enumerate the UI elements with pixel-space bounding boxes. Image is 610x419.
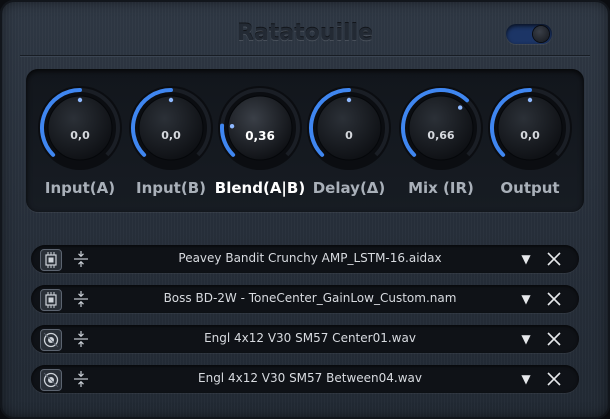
normalize-icon[interactable] (71, 369, 91, 389)
knob-output[interactable]: 0,0 Output (485, 69, 575, 212)
knob-cap (47, 95, 113, 161)
close-icon[interactable] (546, 371, 562, 387)
knob-cap (497, 95, 563, 161)
knob-pointer (457, 105, 463, 110)
knob-cap (227, 95, 293, 161)
knob-mix[interactable]: 0,66 Mix (IR) (396, 69, 486, 212)
close-icon[interactable] (546, 291, 562, 307)
knob-pointer (527, 97, 533, 103)
normalize-icon[interactable] (71, 329, 91, 349)
knob-delay[interactable]: 0 Delay(Δ) (304, 69, 394, 212)
loaded-file-name[interactable]: Peavey Bandit Crunchy AMP_LSTM-16.aidax (101, 251, 519, 265)
knob-panel: 0,0 Input(A) 0,0 Input(B) 0,36 Blend(A|B… (26, 69, 584, 212)
knob-input-a-dial[interactable] (35, 83, 125, 173)
knob-delay-dial[interactable] (304, 83, 394, 173)
power-toggle[interactable] (506, 24, 552, 44)
loaded-file-name[interactable]: Engl 4x12 V30 SM57 Between04.wav (101, 371, 519, 385)
loader-row-amp-a: Peavey Bandit Crunchy AMP_LSTM-16.aidax … (31, 245, 579, 273)
file-dropdown-icon[interactable]: ▼ (519, 372, 533, 386)
title-divider (20, 55, 590, 57)
knob-input-b[interactable]: 0,0 Input(B) (126, 69, 216, 212)
knob-blend[interactable]: 0,36 Blend(A|B) (215, 69, 305, 212)
loader-row-ir-a: Engl 4x12 V30 SM57 Center01.wav ▼ (31, 325, 579, 353)
neural-model-icon[interactable] (40, 249, 62, 271)
knob-pointer (168, 97, 174, 103)
loaded-file-name[interactable]: Engl 4x12 V30 SM57 Center01.wav (101, 331, 519, 345)
knob-mix-value: 0,66 (427, 129, 455, 142)
close-icon[interactable] (546, 331, 562, 347)
knob-pointer (346, 97, 352, 103)
file-dropdown-icon[interactable]: ▼ (519, 252, 533, 266)
knob-cap (138, 95, 204, 161)
knob-delay-value: 0 (345, 129, 353, 142)
knob-cap (408, 95, 474, 161)
impulse-response-icon[interactable] (40, 329, 62, 351)
knob-input-a[interactable]: 0,0 Input(A) (35, 69, 125, 212)
knob-cap (316, 95, 382, 161)
knob-output-value: 0,0 (520, 129, 540, 142)
close-icon[interactable] (546, 251, 562, 267)
loader-row-ir-b: Engl 4x12 V30 SM57 Between04.wav ▼ (31, 365, 579, 393)
normalize-icon[interactable] (71, 249, 91, 269)
knob-input-a-value: 0,0 (70, 129, 90, 142)
knob-input-b-value: 0,0 (161, 129, 181, 142)
power-toggle-thumb[interactable] (533, 26, 549, 42)
normalize-icon[interactable] (71, 289, 91, 309)
file-dropdown-icon[interactable]: ▼ (519, 332, 533, 346)
knob-input-b-dial[interactable] (126, 83, 216, 173)
knob-pointer (77, 97, 83, 103)
knob-blend-dial[interactable] (215, 83, 305, 173)
loader-row-amp-b: Boss BD-2W - ToneCenter_GainLow_Custom.n… (31, 285, 579, 313)
neural-model-icon[interactable] (40, 289, 62, 311)
plugin-window: Ratatouille 0,0 Input(A) 0,0 Input(B) 0,… (0, 0, 610, 419)
file-dropdown-icon[interactable]: ▼ (519, 292, 533, 306)
knob-output-label: Output (500, 179, 560, 197)
knob-pointer (229, 124, 235, 129)
knob-output-dial[interactable] (485, 83, 575, 173)
knob-blend-value: 0,36 (245, 129, 275, 143)
impulse-response-icon[interactable] (40, 369, 62, 391)
knob-mix-dial[interactable] (396, 83, 486, 173)
loaded-file-name[interactable]: Boss BD-2W - ToneCenter_GainLow_Custom.n… (101, 291, 519, 305)
